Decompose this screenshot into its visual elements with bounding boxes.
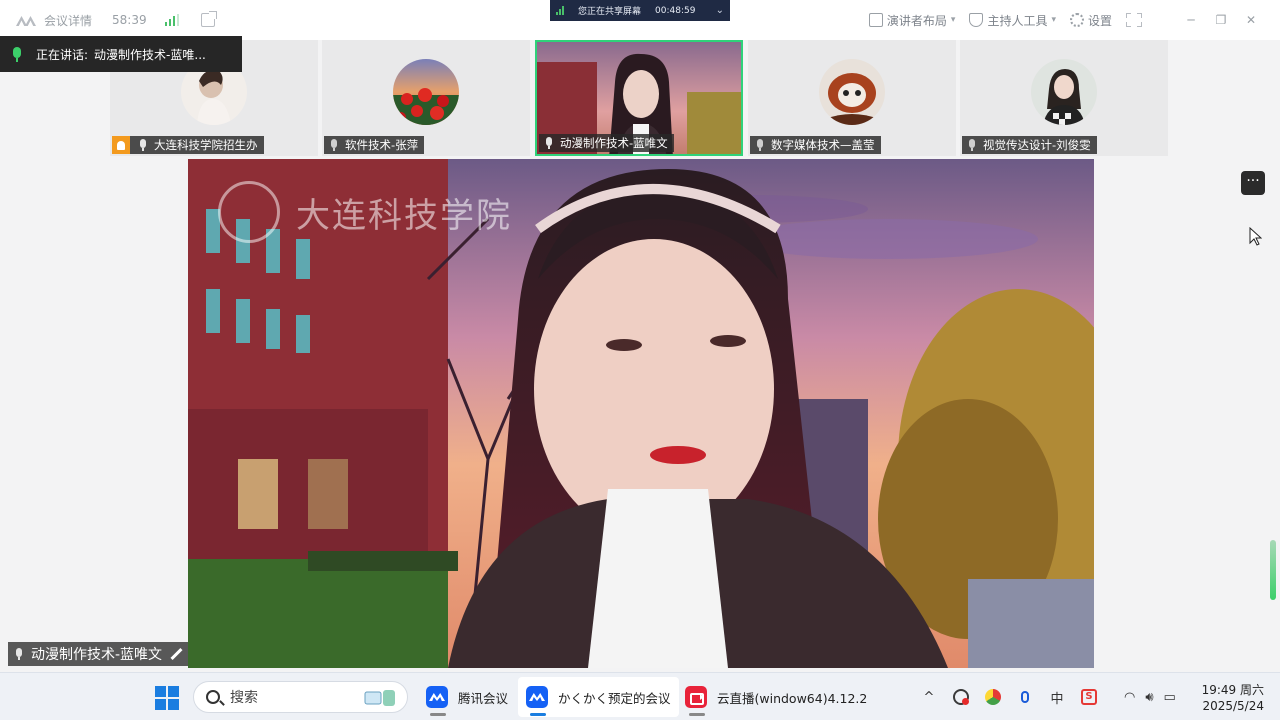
participant-strip: 大连科技学院招生办 软件技术-张萍 动漫制作技术-蓝唯文 数字媒体技术—盖莹 视…: [110, 40, 1170, 156]
fullscreen-icon[interactable]: [1126, 13, 1142, 27]
search-placeholder: 搜索: [230, 690, 258, 706]
show-hidden-icons-chevron-icon[interactable]: ^: [920, 688, 938, 706]
mic-active-icon: [12, 46, 22, 62]
volume-icon: 🔊︎: [1145, 689, 1154, 705]
chevron-down-icon[interactable]: ⌄: [716, 5, 724, 16]
app-running-indicator: [689, 713, 705, 716]
speaking-indicator: 正在讲话: 动漫制作技术-蓝唯...: [0, 36, 242, 72]
tencent-meeting-logo-icon: [16, 14, 38, 26]
settings-button[interactable]: 设置: [1069, 12, 1112, 29]
taskbar-app-tencent-meeting[interactable]: 腾讯会议: [418, 677, 516, 717]
avatar: [1031, 59, 1097, 125]
participant-name-tag: 动漫制作技术-蓝唯文: [539, 134, 674, 152]
host-tools-button[interactable]: 主持人工具 ▾: [969, 12, 1056, 29]
participant-tile[interactable]: 数字媒体技术—盖莹: [748, 40, 956, 156]
tencent-meeting-icon: [526, 686, 548, 708]
avatar: [819, 59, 885, 125]
mic-muted-icon: [756, 139, 764, 151]
restore-button[interactable]: ❐: [1206, 13, 1236, 27]
meeting-info: 会议详情 58:39: [16, 11, 217, 29]
security-tray-icon[interactable]: [984, 688, 1002, 706]
minimize-button[interactable]: ─: [1176, 13, 1206, 27]
speaker-layout-label: 演讲者布局: [886, 13, 947, 28]
participant-name: 大连科技学院招生办: [154, 138, 258, 152]
volume-level-indicator: [1270, 540, 1276, 600]
participant-name-tag: 大连科技学院招生办: [112, 136, 264, 154]
share-duration: 00:48:59: [655, 5, 696, 16]
speaker-layout-button[interactable]: 演讲者布局 ▾: [868, 12, 956, 29]
input-method-icon[interactable]: 中: [1048, 688, 1066, 707]
app-running-indicator: [530, 713, 546, 716]
speaking-name: 动漫制作技术-蓝唯...: [94, 47, 206, 62]
layout-icon: [868, 13, 883, 27]
mic-muted-icon: [330, 139, 338, 151]
participant-name: 软件技术-张萍: [345, 138, 419, 152]
cloud-live-icon: [685, 686, 707, 708]
microphone-tray-icon[interactable]: [1016, 688, 1034, 706]
battery-icon: ▭: [1163, 689, 1176, 705]
taskbar-search[interactable]: 搜索: [193, 681, 408, 713]
participant-tile[interactable]: 软件技术-张萍: [322, 40, 530, 156]
search-icon: [206, 690, 220, 704]
popout-icon[interactable]: [200, 11, 217, 27]
windows-taskbar: 搜索 腾讯会议 かくかく预定的会议 云直播(window64)4.12.2 ^ …: [0, 672, 1280, 720]
taskbar-app-label: 云直播(window64)4.12.2: [717, 690, 868, 706]
search-highlight-icon: [364, 690, 395, 706]
app-s-tray-icon[interactable]: S: [1080, 688, 1098, 706]
mic-icon: [139, 139, 147, 151]
participant-tile-active[interactable]: 动漫制作技术-蓝唯文: [535, 40, 743, 156]
mouse-cursor-icon: [1249, 227, 1262, 246]
taskbar-app-label: 腾讯会议: [458, 690, 509, 706]
taskbar-app-label: かくかく预定的会议: [558, 690, 671, 706]
share-signal-icon: [556, 6, 564, 15]
participant-name: 视觉传达设计-刘俊雯: [983, 138, 1091, 152]
app-running-indicator: [430, 713, 446, 716]
share-status-text: 您正在共享屏幕: [578, 7, 642, 17]
caret-down-icon: ▾: [950, 15, 956, 25]
meeting-details-button[interactable]: 会议详情: [44, 12, 92, 29]
close-button[interactable]: ✕: [1236, 13, 1266, 27]
participant-name: 动漫制作技术-蓝唯文: [560, 136, 668, 150]
mic-muted-icon: [968, 139, 976, 151]
quick-settings[interactable]: ◠ 🔊︎ ▭: [1124, 673, 1176, 720]
caret-down-icon: ▾: [1051, 15, 1056, 25]
windows-start-icon[interactable]: [155, 686, 179, 710]
participant-name-tag: 数字媒体技术—盖莹: [750, 136, 881, 154]
shield-icon: [969, 13, 984, 27]
avatar: [393, 59, 459, 125]
participant-name-tag: 软件技术-张萍: [324, 136, 425, 154]
screen-share-banner[interactable]: 您正在共享屏幕 00:48:59 ⌄: [550, 0, 730, 21]
title-bar: 会议详情 58:39 您正在共享屏幕 00:48:59 ⌄ 演讲者布局 ▾ 主持…: [0, 0, 1280, 40]
participant-name: 数字媒体技术—盖莹: [771, 138, 875, 152]
clock-time: 19:49 周六: [1201, 683, 1264, 697]
host-tools-label: 主持人工具: [987, 13, 1048, 28]
network-signal-icon[interactable]: [164, 14, 179, 26]
host-badge-icon: [112, 136, 130, 154]
tencent-meeting-icon: [426, 686, 448, 708]
system-tray: ^ 中 S: [920, 673, 1098, 720]
meeting-timer: 58:39: [112, 13, 147, 27]
wifi-icon: ◠: [1124, 689, 1136, 705]
taskbar-app-cloud-live[interactable]: 云直播(window64)4.12.2: [677, 677, 875, 717]
edit-pencil-icon[interactable]: [170, 648, 182, 660]
mic-icon: [545, 137, 553, 149]
main-speaker-name: 动漫制作技术-蓝唯文: [31, 647, 163, 663]
taskbar-app-scheduled-meeting[interactable]: かくかく预定的会议: [518, 677, 679, 717]
speaking-label: 正在讲话:: [36, 47, 89, 62]
sync-tray-icon[interactable]: [952, 688, 970, 706]
system-clock[interactable]: 19:49 周六 2025/5/24: [1200, 682, 1264, 714]
college-watermark: 大连科技学院: [218, 181, 512, 243]
main-speaker-name-tag: 动漫制作技术-蓝唯文: [8, 642, 189, 666]
college-emblem-icon: [218, 181, 280, 243]
settings-label: 设置: [1087, 13, 1112, 28]
watermark-text: 大连科技学院: [296, 195, 512, 236]
mic-icon: [15, 648, 23, 660]
toolbar-right: 演讲者布局 ▾ 主持人工具 ▾ 设置 ─ ❐ ✕: [868, 10, 1266, 30]
clock-date: 2025/5/24: [1202, 699, 1264, 713]
gear-icon: [1069, 13, 1084, 27]
participant-name-tag: 视觉传达设计-刘俊雯: [962, 136, 1097, 154]
participant-tile[interactable]: 视觉传达设计-刘俊雯: [960, 40, 1168, 156]
more-options-button[interactable]: ···: [1241, 171, 1265, 195]
main-speaker-video[interactable]: 大连科技学院: [188, 159, 1094, 668]
